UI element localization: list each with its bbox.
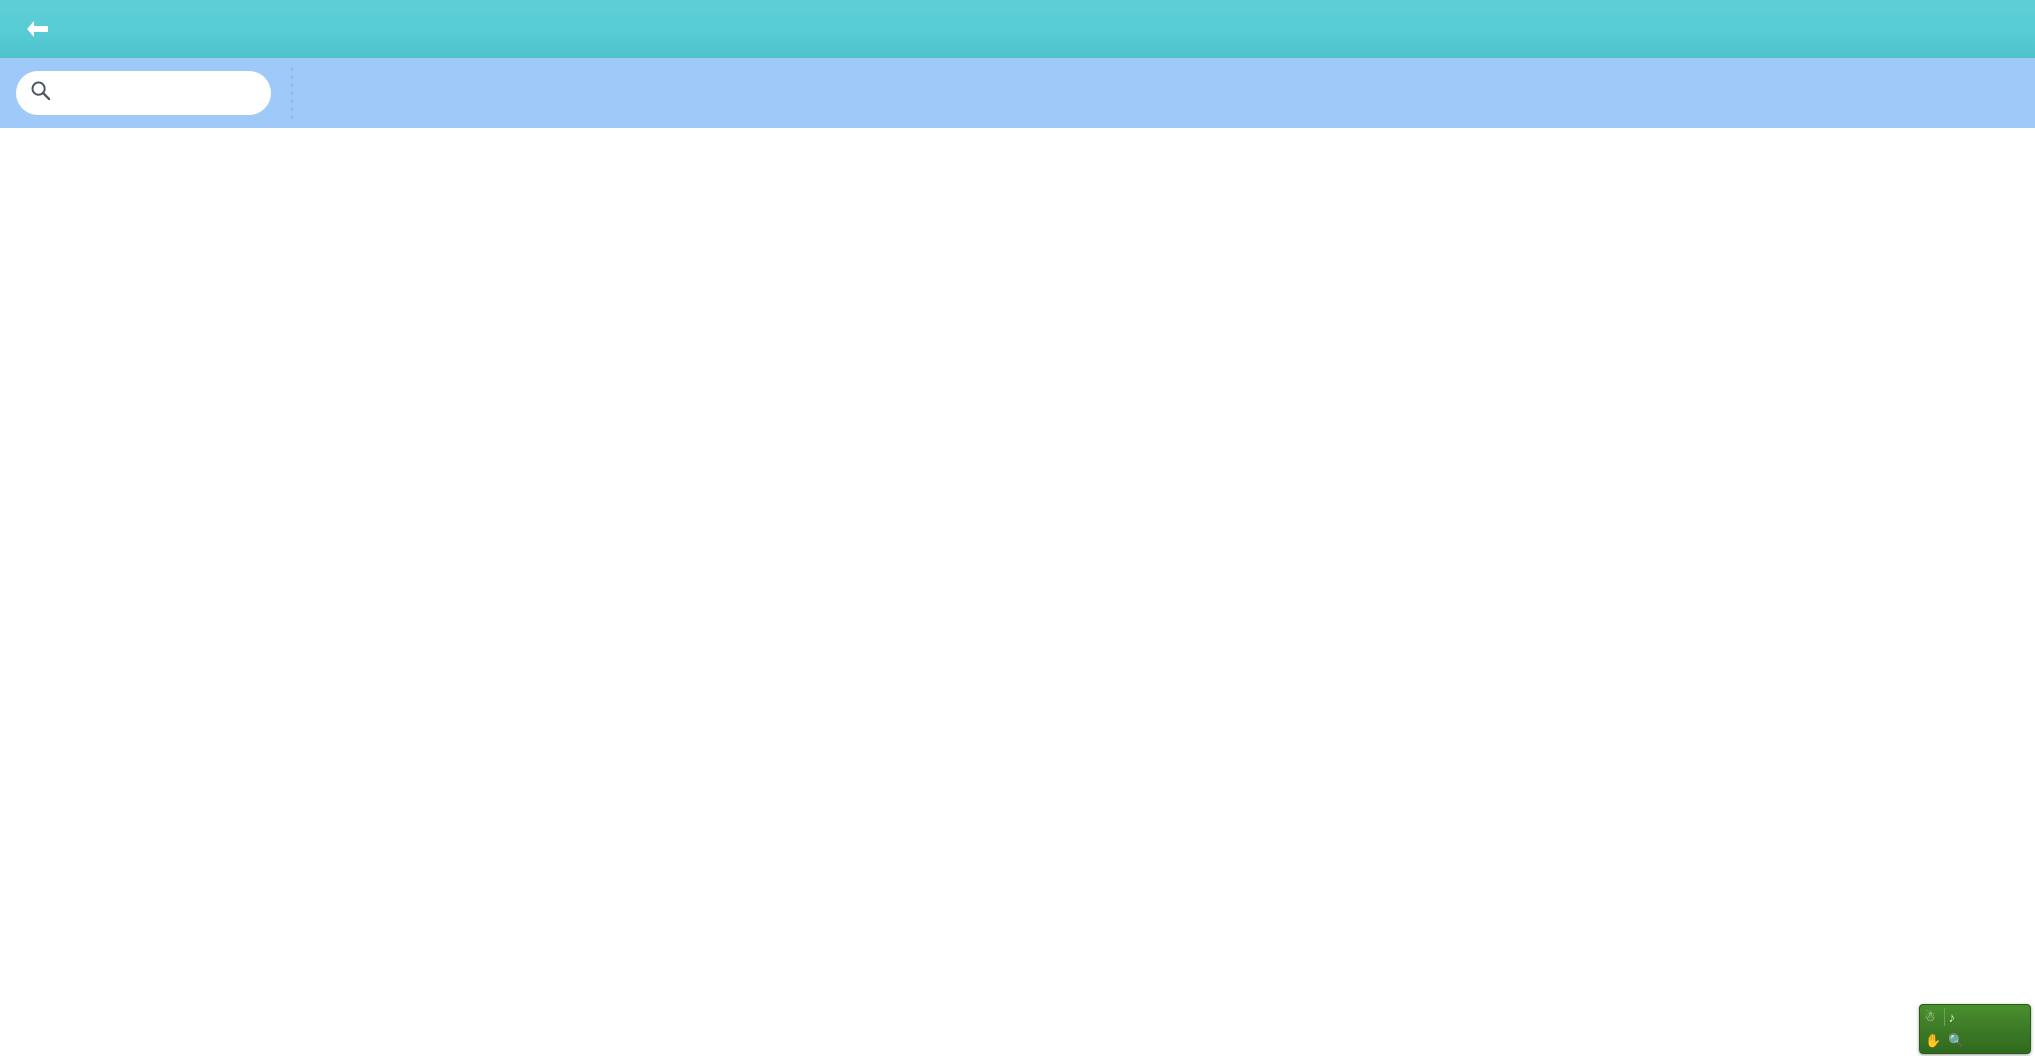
hand-icon[interactable]: ✋ — [1925, 1033, 1941, 1049]
filter-bar — [0, 58, 2035, 128]
search-input[interactable] — [61, 83, 257, 103]
extension-picker-window: ☃ ♪ ✋ 🔍 — [0, 0, 2035, 1056]
filter-divider — [291, 67, 293, 119]
search-icon — [30, 80, 51, 106]
ime-toolbar-top: ☃ ♪ — [1920, 1005, 2030, 1029]
ime-toolbar-bottom: ✋ 🔍 — [1920, 1029, 2030, 1053]
magnifier-icon[interactable]: 🔍 — [1948, 1033, 1964, 1049]
extension-grid-container — [0, 128, 2035, 1056]
page-title — [0, 0, 2035, 58]
window-header — [0, 0, 2035, 58]
search-box[interactable] — [16, 71, 271, 115]
ime-divider — [1943, 1008, 1945, 1026]
person-icon[interactable]: ☃ — [1924, 1009, 1936, 1025]
ime-floating-toolbar[interactable]: ☃ ♪ ✋ 🔍 — [1919, 1004, 2031, 1054]
arrow-left-icon — [24, 18, 50, 40]
back-button[interactable] — [16, 14, 69, 44]
music-note-icon[interactable]: ♪ — [1949, 1010, 1956, 1025]
